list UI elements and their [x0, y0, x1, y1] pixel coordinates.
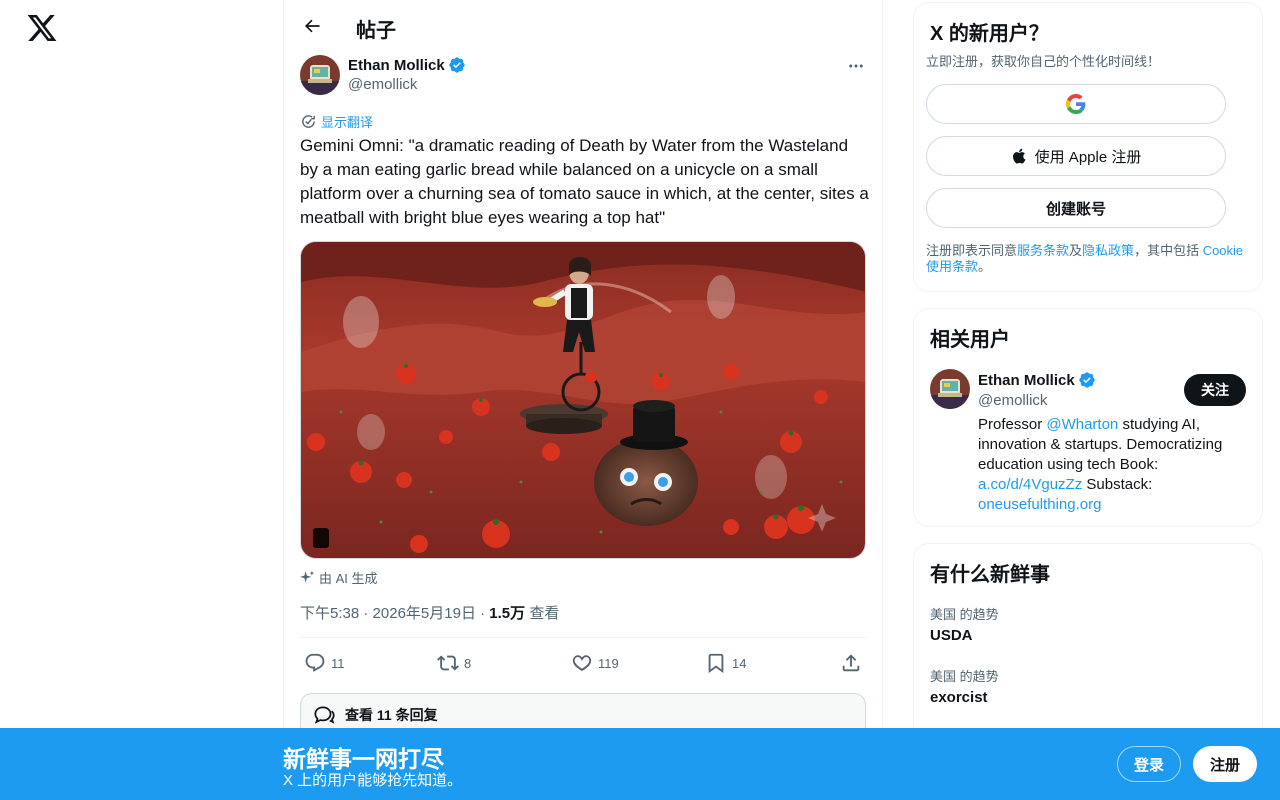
views-count: 1.5万 — [489, 605, 526, 622]
related-user-avatar[interactable] — [930, 369, 970, 409]
post-date[interactable]: 2026年5月19日 — [373, 605, 476, 622]
signup-card: X 的新用户？ 立即注册，获取你自己的个性化时间线！ 使用 Apple 注册 创… — [913, 2, 1263, 292]
verified-badge-icon — [1078, 371, 1096, 389]
trend-item[interactable]: 美国 的趋势 exorcist — [930, 666, 999, 706]
trend-context: 美国 的趋势 — [930, 669, 999, 684]
bio-text-1: Professor — [978, 416, 1047, 433]
author-avatar[interactable] — [300, 55, 340, 95]
repost-count: 8 — [464, 655, 472, 671]
bookmark-count: 14 — [732, 655, 747, 671]
terms-text: 注册即表示同意服务条款及隐私政策，其中包括 Cookie 使用条款。 — [926, 243, 1252, 275]
reply-count: 11 — [331, 655, 345, 671]
google-signup-button[interactable] — [926, 84, 1226, 124]
heart-icon — [571, 652, 593, 674]
show-translation-link[interactable]: 显示翻译 — [300, 112, 373, 131]
translate-icon — [300, 113, 317, 130]
like-count: 119 — [598, 655, 619, 671]
main-column: 帖子 Ethan Mollick @emollick 显示翻译 Gemini O… — [283, 0, 883, 800]
post-text: Gemini Omni: "a dramatic reading of Deat… — [300, 136, 869, 227]
related-user-name-text: Ethan Mollick — [978, 371, 1075, 389]
terms-mid: ，其中包括 — [1134, 243, 1203, 258]
reply-button[interactable]: 11 — [304, 648, 345, 678]
bookmark-button[interactable]: 14 — [705, 648, 746, 678]
view-replies-label: 查看 11 条回复 — [345, 707, 438, 723]
signup-subtitle: 立即注册，获取你自己的个性化时间线！ — [926, 54, 1161, 69]
banner-subtitle: X 上的用户能够抢先知道。 — [283, 772, 463, 789]
signup-title: X 的新用户？ — [930, 23, 1049, 45]
trend-context: 美国 的趋势 — [930, 607, 999, 622]
reply-icon — [304, 652, 326, 674]
back-arrow-icon[interactable] — [296, 10, 328, 42]
divider — [300, 637, 866, 638]
terms-end: 。 — [978, 259, 992, 274]
more-options-icon[interactable] — [840, 52, 872, 80]
login-button[interactable]: 登录 — [1117, 746, 1181, 782]
bio-mention-link[interactable]: @Wharton — [1046, 416, 1118, 433]
trends-card: 有什么新鲜事 美国 的趋势 USDA 美国 的趋势 exorcist — [913, 543, 1263, 743]
privacy-policy-link[interactable]: 隐私政策 — [1082, 243, 1134, 258]
apple-icon — [1011, 147, 1029, 165]
replies-icon — [311, 702, 337, 728]
bookmark-icon — [705, 652, 727, 674]
create-account-button[interactable]: 创建账号 — [926, 188, 1226, 228]
google-icon — [1066, 94, 1086, 114]
author-handle[interactable]: @emollick — [348, 76, 417, 93]
post-meta: 下午5:38 · 2026年5月19日 · 1.5万 查看 — [300, 605, 560, 622]
bio-text-3: Substack: — [1082, 476, 1153, 493]
sparkle-icon — [300, 570, 315, 585]
related-user-handle[interactable]: @emollick — [978, 392, 1047, 409]
terms-prefix: 注册即表示同意 — [926, 243, 1018, 258]
trends-title: 有什么新鲜事 — [930, 564, 1050, 586]
share-icon — [840, 652, 862, 674]
post-image[interactable] — [300, 241, 866, 559]
related-user-name[interactable]: Ethan Mollick — [978, 371, 1096, 389]
related-users-title: 相关用户 — [930, 329, 1010, 351]
apple-signup-button[interactable]: 使用 Apple 注册 — [926, 136, 1226, 176]
views-label: 查看 — [529, 605, 560, 622]
signup-button[interactable]: 注册 — [1193, 746, 1257, 782]
ai-label-text: 由 AI 生成 — [319, 571, 378, 586]
verified-badge-icon — [448, 56, 466, 74]
action-bar: 11 8 119 14 — [300, 648, 866, 678]
author-name[interactable]: Ethan Mollick — [348, 56, 466, 74]
post-time[interactable]: 下午5:38 — [300, 605, 359, 622]
terms-and: 及 — [1069, 243, 1083, 258]
topbar: 帖子 — [284, 0, 884, 53]
repost-icon — [437, 652, 459, 674]
page-title: 帖子 — [356, 20, 396, 42]
terms-of-service-link[interactable]: 服务条款 — [1017, 243, 1069, 258]
bio-substack-link[interactable]: oneusefulthing.org — [978, 496, 1101, 513]
apple-signup-label: 使用 Apple 注册 — [1034, 148, 1142, 166]
x-logo-icon[interactable] — [26, 12, 58, 44]
follow-button[interactable]: 关注 — [1184, 374, 1246, 406]
trend-name: USDA — [930, 627, 973, 644]
related-user-bio: Professor @Wharton studying AI, innovati… — [978, 415, 1250, 515]
create-account-label: 创建账号 — [1045, 200, 1106, 218]
share-button[interactable] — [840, 648, 862, 678]
translate-label: 显示翻译 — [321, 115, 374, 130]
author-name-text: Ethan Mollick — [348, 56, 445, 74]
trend-item[interactable]: 美国 的趋势 USDA — [930, 604, 999, 644]
like-button[interactable]: 119 — [571, 648, 619, 678]
signup-banner: 新鲜事一网打尽 X 上的用户能够抢先知道。 登录 注册 — [0, 728, 1280, 800]
related-users-card: 相关用户 Ethan Mollick @emollick 关注 Professo… — [913, 308, 1263, 527]
repost-button[interactable]: 8 — [437, 648, 471, 678]
trend-name: exorcist — [930, 689, 988, 706]
ai-generated-label: 由 AI 生成 — [300, 568, 378, 587]
bio-book-link[interactable]: a.co/d/4VguzZz — [978, 476, 1082, 493]
